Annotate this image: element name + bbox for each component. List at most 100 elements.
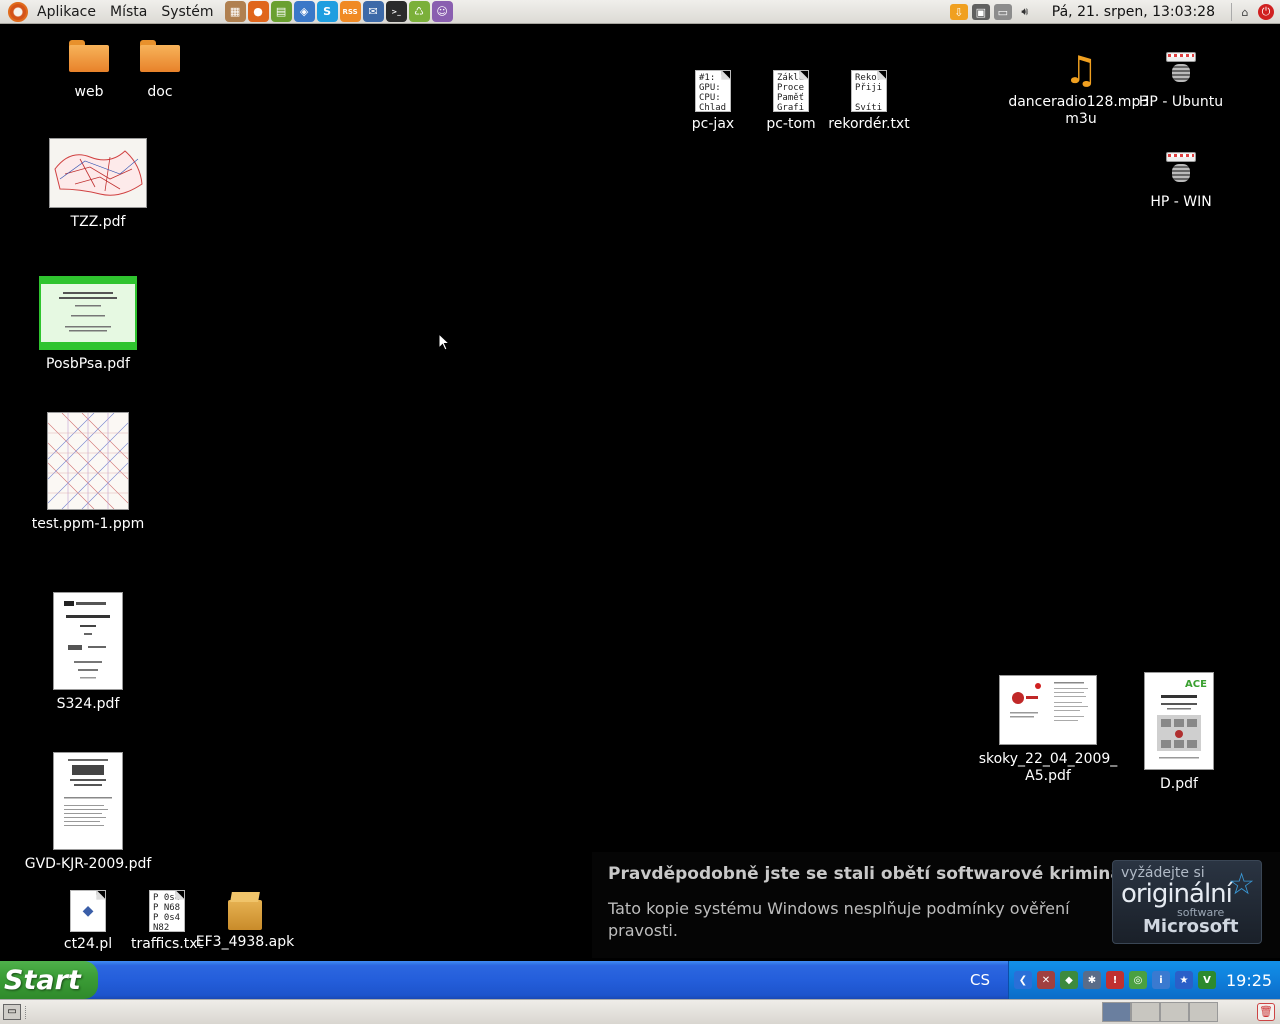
text-preview-line: P 0s4 xyxy=(153,893,181,903)
text-preview-line: Svíti xyxy=(855,103,883,112)
text-preview-line: Proce xyxy=(777,83,805,93)
icon-label: HP - WIN xyxy=(1150,194,1212,210)
icon-label: pc-jax xyxy=(691,116,735,132)
genuine-microsoft-badge[interactable]: ☆ vyžádejte si originální software Micro… xyxy=(1112,860,1262,944)
back-arrow-icon[interactable]: ❮ xyxy=(1014,971,1032,989)
panel-handle xyxy=(25,1006,29,1019)
panel-clock[interactable]: Pá, 21. srpen, 13:03:28 xyxy=(1052,4,1215,20)
windows-taskbar: Start CS ❮ ✕ ◆ ✱! ◎ i ★ V 19:25 xyxy=(0,961,1280,999)
script-file-icon: ◆ xyxy=(70,890,106,932)
text-preview-line: #1: xyxy=(699,73,716,83)
workspace-switcher[interactable] xyxy=(1102,1002,1218,1022)
text-preview-line: P N68 xyxy=(153,903,181,913)
rss-icon[interactable]: RSS xyxy=(339,1,361,22)
ppm-image-thumbnail-icon xyxy=(47,412,129,510)
desktop-icon-rekorder-txt[interactable]: Rekor Přiji Svíti rekordér.txt xyxy=(826,70,912,133)
folder-icon xyxy=(140,40,180,72)
menu-applications[interactable]: Aplikace xyxy=(30,0,103,24)
menu-system[interactable]: Systém xyxy=(154,0,220,24)
desktop-icon-skoky-pdf[interactable]: skoky_22_04_2009_ A5.pdf xyxy=(978,675,1118,785)
tray-icons: ❮ ✕ ◆ ✱! ◎ i ★ V xyxy=(1009,971,1216,989)
pidgin-icon[interactable]: ☺ xyxy=(431,1,453,22)
skype-icon[interactable]: S xyxy=(316,1,338,22)
user-switch-icon[interactable]: ⌂ xyxy=(1236,4,1254,20)
pdf-green-thumbnail-icon xyxy=(39,276,137,350)
panel-tray: ⇩ ▣ ▭ 🔊︎ Pá, 21. srpen, 13:03:28 ⌂ ⏻ xyxy=(949,0,1280,24)
desktop-icon-pc-tom[interactable]: Zákla Proce Paměť Grafi pc-tom xyxy=(762,70,820,133)
ubuntu-logo-icon[interactable] xyxy=(8,1,28,22)
desktop-icon-ef3-apk[interactable]: EF3_4938.apk xyxy=(196,890,294,951)
desktop-icon-hp-win[interactable]: HP - WIN xyxy=(1136,150,1226,211)
desktop-icon-test-ppm[interactable]: test.ppm-1.ppm xyxy=(28,412,148,533)
network-icon[interactable]: ◈ xyxy=(293,1,315,22)
icon-label: skoky_22_04_2009_ xyxy=(978,751,1118,767)
pdf-document-thumbnail-icon xyxy=(53,592,123,690)
language-indicator[interactable]: CS xyxy=(970,971,990,989)
icon-label: m3u xyxy=(1065,111,1097,127)
thunderbird-icon[interactable]: ✉ xyxy=(362,1,384,22)
start-button[interactable]: Start xyxy=(0,961,98,999)
desktop-icon-gvd-kjr-pdf[interactable]: GVD-KJR-2009.pdf xyxy=(20,752,156,873)
desktop-icon-posbpsa-pdf[interactable]: PosbPsa.pdf xyxy=(28,276,148,373)
volume-icon[interactable]: 🔊︎ xyxy=(1016,4,1034,20)
icon-label: GVD-KJR-2009.pdf xyxy=(24,856,152,872)
text-preview-line: GPU: xyxy=(699,83,721,93)
text-preview-line: Rekor xyxy=(855,73,883,83)
desktop-icon-tzz-pdf[interactable]: TZZ.pdf xyxy=(38,138,158,231)
icon-label: rekordér.txt xyxy=(828,116,910,132)
desktop-icon-s324-pdf[interactable]: S324.pdf xyxy=(28,592,148,713)
recycle-icon[interactable]: ♺ xyxy=(408,1,430,22)
network-monitor-icon[interactable]: ▣ xyxy=(971,4,990,20)
pdf-document-thumbnail-icon xyxy=(53,752,123,850)
icon-label: S324.pdf xyxy=(56,696,120,712)
pdf-map-thumbnail-icon xyxy=(49,138,147,208)
workspace-3[interactable] xyxy=(1160,1002,1189,1022)
network-disconnected-icon[interactable]: ✕ xyxy=(1037,971,1055,989)
menu-places[interactable]: Místa xyxy=(103,0,154,24)
printer-icon xyxy=(1164,150,1198,186)
text-preview-line: CPU: xyxy=(699,93,721,103)
text-file-icon: Zákla Proce Paměť Grafi xyxy=(773,70,809,112)
chrome-icon[interactable]: ◎ xyxy=(1129,971,1147,989)
music-note-icon: ♫ xyxy=(1063,48,1099,92)
taskbar-clock[interactable]: 19:25 xyxy=(1226,971,1272,990)
desktop-icon-d-pdf[interactable]: ACE D.pdf xyxy=(1134,672,1224,793)
icon-label: danceradio128.mp3. xyxy=(1008,94,1154,110)
desktop-icon-hp-ubuntu[interactable]: HP - Ubuntu xyxy=(1136,50,1226,111)
icon-label: web xyxy=(74,84,104,100)
desktop-icon-web[interactable]: web xyxy=(62,40,116,101)
system-tray: ❮ ✕ ◆ ✱! ◎ i ★ V 19:25 xyxy=(1008,961,1280,999)
workspace-2[interactable] xyxy=(1131,1002,1160,1022)
text-file-icon: P 0s4 P N68 P 0s4 N82 xyxy=(149,890,185,932)
badge-brand-text: Microsoft xyxy=(1143,916,1239,937)
icon-label: test.ppm-1.ppm xyxy=(31,516,145,532)
shield-icon[interactable]: ◆ xyxy=(1060,971,1078,989)
svg-text:ACE: ACE xyxy=(1185,679,1207,690)
settings-icon[interactable]: ✱ xyxy=(1083,971,1101,989)
presentation-icon[interactable]: ▦ xyxy=(224,1,246,22)
folder-icon xyxy=(69,40,109,72)
security-alert-icon[interactable]: ! xyxy=(1106,971,1124,989)
terminal-icon[interactable]: >_ xyxy=(385,1,407,22)
power-icon[interactable]: ⏻ xyxy=(1258,4,1274,20)
firefox-icon[interactable]: ● xyxy=(247,1,269,22)
desktop-icon-doc[interactable]: doc xyxy=(133,40,187,101)
desktop-icon-pc-jax[interactable]: #1: GPU: CPU: Chlad pc-jax xyxy=(686,70,740,133)
workspace-4[interactable] xyxy=(1189,1002,1218,1022)
desktop-icon-danceradio-m3u[interactable]: ♫ danceradio128.mp3. m3u xyxy=(1008,48,1153,128)
desktop-icon-traffics-txt[interactable]: P 0s4 P N68 P 0s4 N82 traffics.txt xyxy=(130,890,204,953)
show-desktop-icon[interactable]: ▭ xyxy=(3,1004,21,1020)
antivirus-icon[interactable]: V xyxy=(1198,971,1216,989)
icon-label: HP - Ubuntu xyxy=(1138,94,1224,110)
trash-icon[interactable]: 🗑︎ xyxy=(1257,1003,1275,1021)
display-icon[interactable]: ▭ xyxy=(993,4,1012,20)
workspace-1[interactable] xyxy=(1102,1002,1131,1022)
pdf-document-thumbnail-icon xyxy=(999,675,1097,745)
calculator-icon[interactable]: ▤ xyxy=(270,1,292,22)
wga-headline: Pravděpodobně jste se stali obětí softwa… xyxy=(608,864,1158,884)
mouse-pointer-icon xyxy=(438,333,450,351)
update-icon[interactable]: i xyxy=(1152,971,1170,989)
update-notifier-icon[interactable]: ⇩ xyxy=(949,4,968,20)
star-icon[interactable]: ★ xyxy=(1175,971,1193,989)
desktop-icon-ct24-pl[interactable]: ◆ ct24.pl xyxy=(58,890,118,953)
